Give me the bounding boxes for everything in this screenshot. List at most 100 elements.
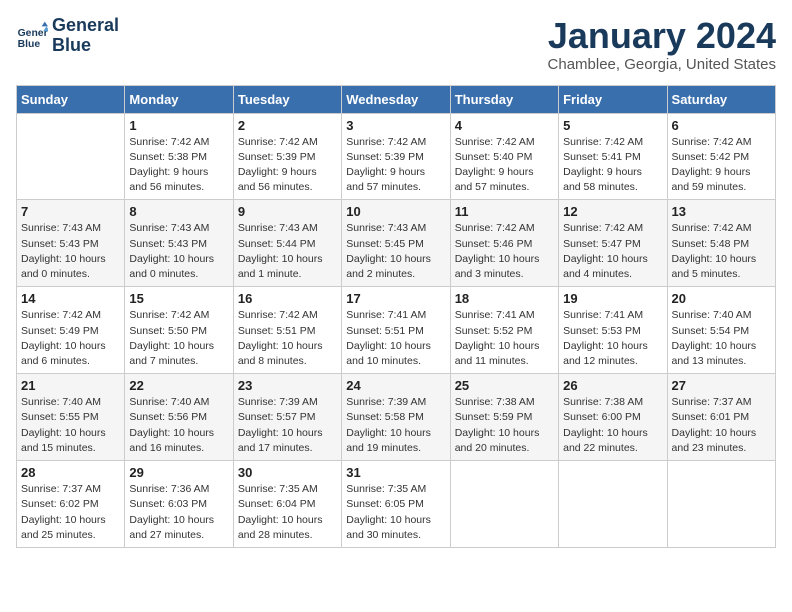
day-info: Sunrise: 7:39 AMSunset: 5:57 PMDaylight:…	[238, 395, 337, 456]
logo-text-blue: Blue	[52, 36, 119, 56]
day-cell: 10Sunrise: 7:43 AMSunset: 5:45 PMDayligh…	[342, 200, 450, 287]
column-header-sunday: Sunday	[17, 85, 125, 113]
day-cell: 31Sunrise: 7:35 AMSunset: 6:05 PMDayligh…	[342, 461, 450, 548]
day-info: Sunrise: 7:42 AMSunset: 5:40 PMDaylight:…	[455, 135, 554, 196]
day-number: 8	[129, 204, 228, 219]
day-info: Sunrise: 7:38 AMSunset: 5:59 PMDaylight:…	[455, 395, 554, 456]
day-info: Sunrise: 7:42 AMSunset: 5:51 PMDaylight:…	[238, 308, 337, 369]
day-cell: 17 Sunrise: 7:41 AMSunset: 5:51 PMDayligh…	[342, 287, 450, 374]
day-cell	[667, 461, 775, 548]
day-number: 16	[238, 291, 337, 306]
day-info: Sunrise: 7:37 AMSunset: 6:01 PMDaylight:…	[672, 395, 771, 456]
day-cell: 14 Sunrise: 7:42 AMSunset: 5:49 PMDayligh…	[17, 287, 125, 374]
day-number: 21	[21, 378, 120, 393]
svg-text:General: General	[18, 28, 48, 39]
day-number: 24	[346, 378, 445, 393]
day-cell: 23Sunrise: 7:39 AMSunset: 5:57 PMDayligh…	[233, 374, 341, 461]
day-cell	[450, 461, 558, 548]
day-number: 29	[129, 465, 228, 480]
day-cell: 22Sunrise: 7:40 AMSunset: 5:56 PMDayligh…	[125, 374, 233, 461]
day-info: Sunrise: 7:38 AMSunset: 6:00 PMDaylight:…	[563, 395, 662, 456]
day-number: 22	[129, 378, 228, 393]
day-number: 7	[21, 204, 120, 219]
day-number: 18	[455, 291, 554, 306]
column-header-saturday: Saturday	[667, 85, 775, 113]
day-cell: 11 Sunrise: 7:42 AMSunset: 5:46 PMDayligh…	[450, 200, 558, 287]
day-info: Sunrise: 7:41 AMSunset: 5:52 PMDaylight:…	[455, 308, 554, 369]
day-cell: 19 Sunrise: 7:41 AMSunset: 5:53 PMDayligh…	[559, 287, 667, 374]
day-cell: 16 Sunrise: 7:42 AMSunset: 5:51 PMDayligh…	[233, 287, 341, 374]
day-number: 2	[238, 118, 337, 133]
day-cell: 24 Sunrise: 7:39 AMSunset: 5:58 PMDayligh…	[342, 374, 450, 461]
day-cell: 15Sunrise: 7:42 AMSunset: 5:50 PMDayligh…	[125, 287, 233, 374]
logo-text-general: General	[52, 16, 119, 36]
day-number: 6	[672, 118, 771, 133]
week-row-4: 21 Sunrise: 7:40 AMSunset: 5:55 PMDayligh…	[17, 374, 776, 461]
day-cell: 12Sunrise: 7:42 AMSunset: 5:47 PMDayligh…	[559, 200, 667, 287]
day-cell: 28Sunrise: 7:37 AMSunset: 6:02 PMDayligh…	[17, 461, 125, 548]
day-info: Sunrise: 7:35 AMSunset: 6:04 PMDaylight:…	[238, 482, 337, 543]
page-header: General Blue General Blue January 2024 C…	[16, 16, 776, 73]
day-cell: 27 Sunrise: 7:37 AMSunset: 6:01 PMDayligh…	[667, 374, 775, 461]
day-number: 17	[346, 291, 445, 306]
day-cell: 13Sunrise: 7:42 AMSunset: 5:48 PMDayligh…	[667, 200, 775, 287]
day-cell: 18 Sunrise: 7:41 AMSunset: 5:52 PMDayligh…	[450, 287, 558, 374]
location-subtitle: Chamblee, Georgia, United States	[548, 56, 776, 73]
day-number: 30	[238, 465, 337, 480]
day-info: Sunrise: 7:42 AMSunset: 5:41 PMDaylight:…	[563, 135, 662, 196]
day-info: Sunrise: 7:42 AMSunset: 5:48 PMDaylight:…	[672, 221, 771, 282]
column-header-wednesday: Wednesday	[342, 85, 450, 113]
day-number: 19	[563, 291, 662, 306]
day-cell: 7 Sunrise: 7:43 AMSunset: 5:43 PMDaylight…	[17, 200, 125, 287]
day-cell: 1 Sunrise: 7:42 AMSunset: 5:38 PMDaylight…	[125, 113, 233, 200]
day-cell: 5 Sunrise: 7:42 AMSunset: 5:41 PMDaylight…	[559, 113, 667, 200]
day-number: 5	[563, 118, 662, 133]
day-info: Sunrise: 7:42 AMSunset: 5:39 PMDaylight:…	[238, 135, 337, 196]
day-info: Sunrise: 7:42 AMSunset: 5:47 PMDaylight:…	[563, 221, 662, 282]
day-info: Sunrise: 7:39 AMSunset: 5:58 PMDaylight:…	[346, 395, 445, 456]
logo-icon: General Blue	[16, 20, 48, 52]
day-info: Sunrise: 7:41 AMSunset: 5:51 PMDaylight:…	[346, 308, 445, 369]
day-cell	[559, 461, 667, 548]
day-info: Sunrise: 7:41 AMSunset: 5:53 PMDaylight:…	[563, 308, 662, 369]
day-cell: 6 Sunrise: 7:42 AMSunset: 5:42 PMDaylight…	[667, 113, 775, 200]
day-cell: 2 Sunrise: 7:42 AMSunset: 5:39 PMDaylight…	[233, 113, 341, 200]
day-info: Sunrise: 7:37 AMSunset: 6:02 PMDaylight:…	[21, 482, 120, 543]
day-number: 1	[129, 118, 228, 133]
column-header-monday: Monday	[125, 85, 233, 113]
day-number: 15	[129, 291, 228, 306]
day-info: Sunrise: 7:42 AMSunset: 5:39 PMDaylight:…	[346, 135, 445, 196]
column-header-thursday: Thursday	[450, 85, 558, 113]
day-info: Sunrise: 7:43 AMSunset: 5:44 PMDaylight:…	[238, 221, 337, 282]
day-info: Sunrise: 7:40 AMSunset: 5:55 PMDaylight:…	[21, 395, 120, 456]
day-number: 27	[672, 378, 771, 393]
day-cell: 26 Sunrise: 7:38 AMSunset: 6:00 PMDayligh…	[559, 374, 667, 461]
day-info: Sunrise: 7:42 AMSunset: 5:38 PMDaylight:…	[129, 135, 228, 196]
day-cell: 9Sunrise: 7:43 AMSunset: 5:44 PMDaylight…	[233, 200, 341, 287]
day-number: 25	[455, 378, 554, 393]
logo: General Blue General Blue	[16, 16, 119, 56]
day-number: 20	[672, 291, 771, 306]
title-block: January 2024 Chamblee, Georgia, United S…	[548, 16, 776, 73]
day-info: Sunrise: 7:43 AMSunset: 5:43 PMDaylight:…	[21, 221, 120, 282]
header-row: SundayMondayTuesdayWednesdayThursdayFrid…	[17, 85, 776, 113]
day-number: 11	[455, 204, 554, 219]
day-info: Sunrise: 7:42 AMSunset: 5:49 PMDaylight:…	[21, 308, 120, 369]
month-title: January 2024	[548, 16, 776, 56]
day-cell: 29 Sunrise: 7:36 AMSunset: 6:03 PMDayligh…	[125, 461, 233, 548]
day-cell: 30 Sunrise: 7:35 AMSunset: 6:04 PMDayligh…	[233, 461, 341, 548]
day-cell: 4 Sunrise: 7:42 AMSunset: 5:40 PMDaylight…	[450, 113, 558, 200]
calendar-table: SundayMondayTuesdayWednesdayThursdayFrid…	[16, 85, 776, 548]
day-info: Sunrise: 7:42 AMSunset: 5:46 PMDaylight:…	[455, 221, 554, 282]
week-row-5: 28Sunrise: 7:37 AMSunset: 6:02 PMDayligh…	[17, 461, 776, 548]
day-cell: 21 Sunrise: 7:40 AMSunset: 5:55 PMDayligh…	[17, 374, 125, 461]
day-info: Sunrise: 7:42 AMSunset: 5:42 PMDaylight:…	[672, 135, 771, 196]
day-number: 31	[346, 465, 445, 480]
day-number: 4	[455, 118, 554, 133]
week-row-3: 14 Sunrise: 7:42 AMSunset: 5:49 PMDayligh…	[17, 287, 776, 374]
day-number: 26	[563, 378, 662, 393]
day-number: 14	[21, 291, 120, 306]
day-info: Sunrise: 7:40 AMSunset: 5:54 PMDaylight:…	[672, 308, 771, 369]
day-number: 3	[346, 118, 445, 133]
day-info: Sunrise: 7:36 AMSunset: 6:03 PMDaylight:…	[129, 482, 228, 543]
